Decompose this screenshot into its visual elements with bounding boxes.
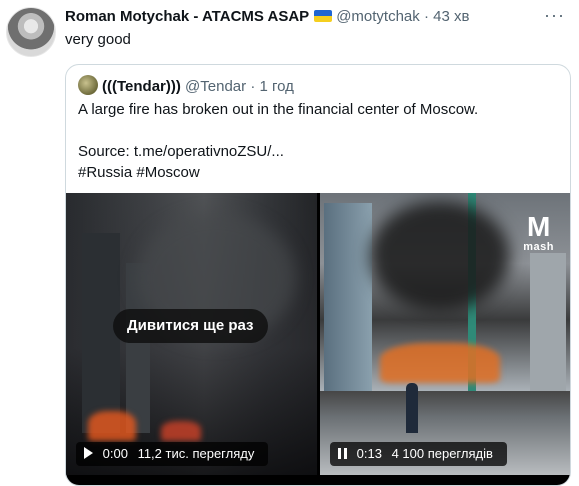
video-2-views: 4 100 переглядів [391, 446, 493, 461]
video-1-time: 0:00 [102, 446, 128, 461]
tweet-header: Roman Motychak - ATACMS ASAP @motytchak ·… [65, 8, 579, 28]
fire-shape [380, 343, 500, 383]
mash-watermark: M mash [523, 211, 554, 254]
video-player-2[interactable]: M mash 0:13 4 100 переглядів [320, 193, 570, 475]
tweet-text: very good [65, 31, 131, 48]
author-avatar[interactable] [6, 7, 56, 57]
person-shape [406, 383, 418, 433]
quoted-tweet-text: A large fire has broken out in the finan… [78, 99, 558, 183]
media-grid: Дивитися ще раз 0:00 11,2 тис. перегляду… [66, 193, 570, 485]
fire-shape [161, 421, 201, 441]
ukraine-flag-icon [314, 10, 333, 22]
quoted-tweet-time[interactable]: · 1 год [250, 78, 294, 95]
quoted-tweet[interactable]: (((Tendar))) @Tendar · 1 год A large fir… [65, 64, 571, 486]
tweet-time[interactable]: · 43 хв [424, 8, 469, 25]
more-icon[interactable]: ··· [544, 5, 565, 26]
quoted-text-hashtags[interactable]: #Russia #Moscow [78, 162, 558, 183]
video-2-time: 0:13 [356, 446, 382, 461]
quoted-text-link-line[interactable]: Source: t.me/operativnoZSU/... [78, 141, 558, 162]
pause-icon[interactable] [338, 448, 347, 459]
quoted-author-handle[interactable]: @Tendar [185, 78, 246, 95]
video-player-1[interactable]: Дивитися ще раз 0:00 11,2 тис. перегляду [66, 193, 317, 475]
building-shape [530, 253, 566, 403]
video-1-controls[interactable]: 0:00 11,2 тис. перегляду [76, 442, 269, 466]
video-1-views: 11,2 тис. перегляду [137, 446, 255, 461]
quoted-tweet-header: (((Tendar))) @Tendar · 1 год [78, 75, 294, 95]
quoted-author-avatar[interactable] [78, 75, 98, 95]
author-handle[interactable]: @motytchak [336, 8, 420, 25]
smoke-shape [370, 201, 510, 311]
video-2-controls[interactable]: 0:13 4 100 переглядів [330, 442, 507, 466]
quoted-author-name[interactable]: (((Tendar))) [102, 78, 181, 95]
building-shape [324, 203, 372, 393]
author-name[interactable]: Roman Motychak - ATACMS ASAP [65, 8, 309, 25]
quoted-text-line: A large fire has broken out in the finan… [78, 101, 479, 118]
play-icon[interactable] [84, 447, 93, 459]
fire-shape [88, 411, 136, 441]
watch-again-button[interactable]: Дивитися ще раз [113, 309, 268, 343]
quoted-text-line [78, 120, 558, 141]
